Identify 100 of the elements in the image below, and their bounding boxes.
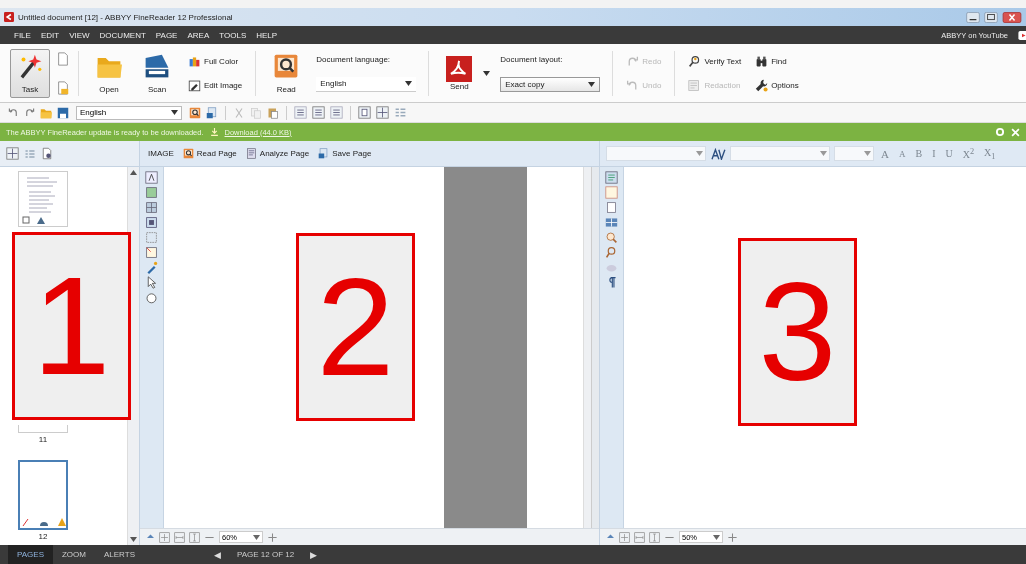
save-page-icon[interactable] — [206, 106, 218, 119]
dropdown-field[interactable]: English — [316, 76, 417, 92]
page-number: 11 — [38, 435, 48, 444]
fit-height-icon[interactable] — [649, 531, 660, 543]
numbered-callout: 1 — [12, 232, 131, 420]
send-button[interactable]: Send — [439, 52, 480, 95]
ribbon-button[interactable]: Edit Image — [187, 78, 244, 94]
fit-width-icon[interactable] — [634, 531, 645, 543]
maximize-icon[interactable] — [984, 11, 998, 23]
menu-item[interactable]: VIEW — [69, 30, 90, 40]
menu-item[interactable]: TOOLS — [219, 30, 247, 40]
video-icon[interactable] — [1018, 30, 1026, 40]
fit-page-icon[interactable] — [159, 531, 170, 543]
menu-item[interactable]: PAGE — [155, 30, 178, 40]
search-icon[interactable] — [605, 231, 618, 244]
save-icon[interactable] — [57, 106, 69, 119]
document-icon[interactable] — [605, 201, 618, 214]
next-page-button[interactable]: ▶ — [304, 549, 324, 560]
dropdown-caret-icon[interactable] — [171, 110, 178, 115]
dropdown-caret-icon[interactable] — [405, 81, 413, 87]
minimize-icon[interactable] — [966, 11, 980, 23]
pane-switch-icon[interactable] — [606, 533, 615, 541]
page-thumbnail[interactable] — [18, 171, 68, 227]
ribbon-button[interactable]: Find — [754, 53, 800, 69]
menu-item[interactable]: AREA — [187, 30, 210, 40]
dropdown-caret-icon[interactable] — [130, 537, 137, 542]
replace-icon[interactable] — [605, 246, 618, 259]
folder-icon[interactable] — [56, 81, 70, 95]
menu-item[interactable]: HELP — [256, 30, 278, 40]
toolbar-button[interactable]: Analyze Page — [243, 148, 312, 159]
read-icon — [182, 148, 194, 159]
ribbon-button[interactable]: Open — [89, 49, 129, 98]
fit-height-icon[interactable] — [189, 531, 200, 543]
numbered-callout: 2 — [296, 233, 415, 421]
menu-item[interactable]: EDIT — [40, 30, 60, 40]
table-icon[interactable] — [605, 216, 618, 229]
dropdown-caret-icon[interactable] — [130, 170, 137, 175]
toolbar-button[interactable]: Save Page — [316, 148, 374, 159]
dropdown-caret-icon[interactable] — [713, 534, 720, 540]
page-thumbnail[interactable] — [18, 460, 68, 530]
pane-switch-icon[interactable] — [146, 533, 155, 541]
redo-icon[interactable] — [24, 107, 35, 118]
layout-icon[interactable] — [294, 106, 307, 119]
ribbon-button[interactable]: Scan — [137, 49, 177, 98]
dropdown-caret-icon[interactable] — [253, 534, 260, 540]
recognition-area-icon[interactable] — [145, 216, 158, 229]
table-area-icon[interactable] — [145, 201, 158, 214]
ribbon-button[interactable]: Task — [10, 49, 50, 98]
list-view-icon[interactable] — [394, 106, 407, 119]
undo-icon[interactable] — [8, 107, 19, 118]
cut-icon[interactable] — [233, 106, 245, 119]
ribbon-button[interactable]: Options — [754, 78, 800, 94]
redaction-icon — [688, 79, 702, 93]
page-icon[interactable] — [56, 52, 70, 66]
zoom-in-icon[interactable] — [267, 531, 278, 543]
field-label: Document layout: — [500, 55, 564, 65]
details-view-icon[interactable] — [24, 147, 36, 160]
status-tab[interactable]: ZOOM — [53, 545, 95, 564]
ribbon-button[interactable]: Verify Text — [687, 53, 743, 69]
text-view-icon[interactable] — [605, 171, 618, 184]
download-icon[interactable] — [209, 127, 219, 137]
thumbnails-view-icon[interactable] — [6, 147, 19, 160]
pointer-icon[interactable] — [145, 276, 158, 289]
ribbon-button[interactable]: Read — [266, 49, 307, 98]
status-tab[interactable]: PAGES — [8, 545, 53, 564]
character-spacing-icon[interactable] — [710, 147, 726, 160]
save-page-icon — [318, 148, 330, 159]
style-dropdown[interactable] — [834, 146, 874, 161]
dotted-area-icon[interactable] — [145, 231, 158, 244]
crop-area-icon[interactable] — [145, 246, 158, 259]
text-area-icon[interactable] — [145, 171, 158, 184]
dropdown-field[interactable]: Exact copy — [500, 76, 601, 92]
previous-page-button[interactable]: ◀ — [208, 549, 227, 560]
dropdown-caret-icon[interactable] — [483, 71, 491, 76]
menu-item[interactable]: DOCUMENT — [99, 30, 146, 40]
settings-icon[interactable] — [995, 127, 1005, 137]
folder-icon[interactable] — [40, 106, 52, 119]
language-dropdown[interactable]: English — [76, 105, 182, 120]
dropdown-caret-icon[interactable] — [588, 81, 596, 87]
grid-view-icon[interactable] — [376, 106, 389, 119]
close-icon[interactable] — [1002, 11, 1022, 23]
scroll-bar[interactable] — [583, 167, 591, 528]
read-icon[interactable] — [189, 106, 201, 119]
single-pane-icon[interactable] — [358, 106, 371, 119]
page-indicator: PAGE 12 OF 12 — [237, 550, 295, 559]
eyedropper-icon[interactable] — [145, 261, 158, 274]
page-thumbnail[interactable] — [18, 425, 68, 433]
menu-item[interactable]: FILE — [14, 30, 31, 40]
fit-width-icon[interactable] — [174, 531, 185, 543]
page-view-icon[interactable] — [605, 186, 618, 199]
layout-icon[interactable] — [312, 106, 325, 119]
status-tab[interactable]: ALERTS — [95, 545, 144, 564]
picture-area-icon[interactable] — [145, 186, 158, 199]
page-properties-icon[interactable] — [41, 147, 53, 160]
layout-icon[interactable] — [330, 106, 343, 119]
toolbar-button[interactable]: Read Page — [180, 148, 239, 159]
zoom-in-icon[interactable] — [727, 531, 738, 543]
ribbon-button[interactable]: Full Color — [187, 53, 244, 69]
fit-page-icon[interactable] — [619, 531, 630, 543]
paste-icon[interactable] — [267, 106, 279, 119]
